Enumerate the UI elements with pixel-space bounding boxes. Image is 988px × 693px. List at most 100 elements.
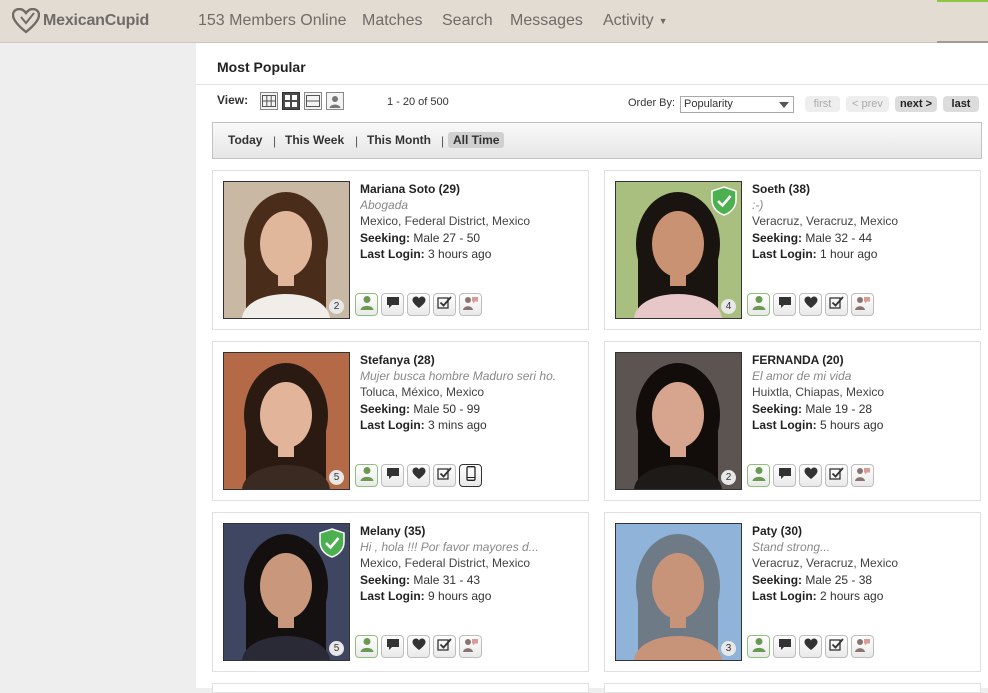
profile-photo[interactable]: 5 [223,352,350,490]
add-favorite-button[interactable] [433,464,456,487]
nav-search-label: Search [442,12,493,29]
view-profile-button[interactable] [355,464,378,487]
account-menu-tab[interactable] [937,0,988,43]
view-profile-button[interactable] [747,464,770,487]
pagination-first[interactable]: first [805,96,840,112]
nav-members-online[interactable]: 153 Members Online [198,0,347,42]
person-icon [360,295,374,315]
profile-info: FERNANDA (20) El amor de mi vida Huixtla, … [752,352,977,433]
timeframe-today[interactable]: Today [228,133,262,147]
chat-button[interactable] [851,464,874,487]
send-message-button[interactable] [773,293,796,316]
profile-card[interactable]: 2 Mariana Soto (29) Abogada Mexico, Federal… [212,170,589,330]
timeframe-this-week[interactable]: This Week [285,133,344,147]
profile-name[interactable]: Melany (35) [360,523,585,539]
view-profile-button[interactable] [355,293,378,316]
chat-button[interactable] [851,293,874,316]
checkbox-icon [437,637,452,656]
send-interest-button[interactable] [799,464,822,487]
pagination-next[interactable]: next > [895,96,937,112]
grid-small-icon [262,95,276,107]
add-favorite-button[interactable] [433,293,456,316]
list-view-icon [306,95,320,107]
send-message-button[interactable] [773,464,796,487]
profile-name[interactable]: Soeth (38) [752,181,977,197]
timeframe-all-time[interactable]: All Time [448,132,505,148]
view-profile-button[interactable] [355,635,378,658]
send-interest-button[interactable] [407,464,430,487]
nav-activity[interactable]: Activity ▼ [603,0,668,42]
profile-photo[interactable]: 4 [615,181,742,319]
profile-location: Huixtla, Chiapas, Mexico [752,385,885,400]
send-interest-button[interactable] [799,635,822,658]
seeking-label: Seeking: [360,572,411,587]
send-interest-button[interactable] [407,635,430,658]
heart-icon [804,467,818,485]
add-favorite-button[interactable] [433,635,456,658]
profile-tagline: Hi , hola !!! Por favor mayores d... [360,540,539,555]
view-profile-button[interactable] [747,635,770,658]
send-message-button[interactable] [773,635,796,658]
seeking-label: Seeking: [360,401,411,416]
send-message-button[interactable] [381,293,404,316]
person-icon [329,95,341,108]
timeframe-this-month[interactable]: This Month [367,133,431,147]
add-favorite-button[interactable] [825,464,848,487]
profile-name[interactable]: Paty (30) [752,523,977,539]
photo-count-badge: 2 [721,470,736,485]
nav-messages[interactable]: Messages [510,0,583,42]
profile-card[interactable]: 4 Soeth (38):-) Veracruz, Veracruz, Mexico… [604,170,981,330]
seeking-value: Male 25 - 38 [805,572,873,587]
chat-button[interactable] [459,635,482,658]
last-login-value: 9 hours ago [428,588,492,603]
order-by-value: Popularity [684,98,733,110]
view-grid-small-button[interactable] [260,92,278,110]
profile-name[interactable]: Stefanya (28) [360,352,585,368]
profile-photo[interactable]: 2 [615,352,742,490]
profile-last-login: Last Login: 3 hours ago [360,246,585,262]
dropdown-arrow-icon [779,102,789,108]
add-favorite-button[interactable] [825,635,848,658]
profile-photo[interactable]: 2 [223,181,350,319]
mobile-button[interactable] [459,464,482,487]
profile-name[interactable]: FERNANDA (20) [752,352,977,368]
view-list-button[interactable] [304,92,322,110]
chat-button[interactable] [851,635,874,658]
left-sidebar [0,43,196,688]
profile-card[interactable]: 5 Melany (35) Hi , hola !!! Por favor mayo… [212,512,589,672]
view-profile-button[interactable] [326,92,344,110]
order-by-select[interactable]: Popularity [680,96,794,113]
profile-card[interactable]: 2 FERNANDA (20) El amor de mi vida Huixtla,… [604,341,981,501]
profile-card-partial [212,683,589,693]
pagination-last[interactable]: last [943,96,979,112]
send-message-button[interactable] [381,635,404,658]
checkbox-icon [829,637,844,656]
profile-seeking: Seeking: Male 31 - 43 [360,572,585,588]
seeking-value: Male 19 - 28 [805,401,873,416]
profile-name[interactable]: Mariana Soto (29) [360,181,585,197]
profile-tagline: El amor de mi vida [752,369,852,384]
phone-icon [465,465,476,486]
profile-photo[interactable]: 5 [223,523,350,661]
nav-search[interactable]: Search [442,0,493,42]
photo-count-badge: 4 [721,299,736,314]
chat-button[interactable] [459,293,482,316]
message-icon [778,296,792,314]
send-message-button[interactable] [381,464,404,487]
view-profile-button[interactable] [747,293,770,316]
checkbox-icon [829,466,844,485]
profile-photo[interactable]: 3 [615,523,742,661]
profile-card[interactable]: 5 Stefanya (28) Mujer busca hombre Maduro … [212,341,589,501]
last-login-value: 1 hour ago [820,246,878,261]
send-interest-button[interactable] [799,293,822,316]
profile-seeking: Seeking: Male 32 - 44 [752,230,977,246]
send-interest-button[interactable] [407,293,430,316]
pagination-prev[interactable]: < prev [846,96,889,112]
profile-card[interactable]: 3 Paty (30) Stand strong... Veracruz, Verac… [604,512,981,672]
profile-last-login: Last Login: 9 hours ago [360,588,585,604]
nav-matches[interactable]: Matches [362,0,422,42]
add-favorite-button[interactable] [825,293,848,316]
profile-seeking: Seeking: Male 27 - 50 [360,230,585,246]
view-grid-large-button[interactable] [282,92,300,110]
logo[interactable]: MexicanCupid [12,7,149,35]
